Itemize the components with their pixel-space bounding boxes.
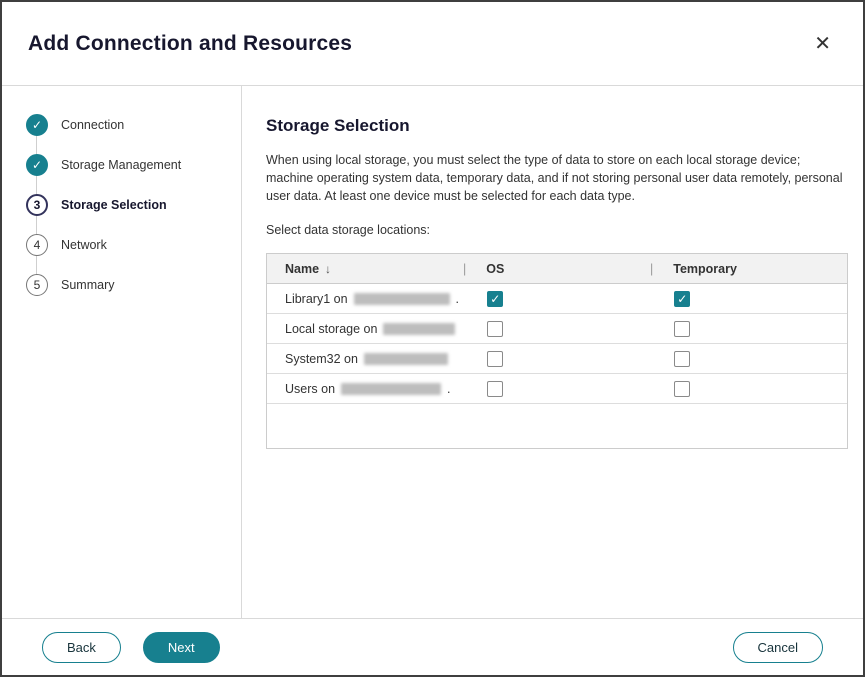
column-divider: | [650, 262, 653, 276]
table-row[interactable]: Library1 on . | ✓ | ✓ [267, 284, 847, 314]
column-header-name[interactable]: Name ↓ [267, 262, 463, 276]
step-label: Network [61, 238, 107, 252]
os-header-label: OS [486, 262, 504, 276]
column-header-temporary: | Temporary [650, 262, 847, 276]
temporary-checkbox[interactable]: ✓ [674, 351, 690, 367]
table-empty-area [267, 404, 847, 448]
table-row[interactable]: Users on . | ✓ | ✓ [267, 374, 847, 404]
dialog-header: Add Connection and Resources ✕ [2, 2, 863, 86]
step-completed-check-icon: ✓ [26, 114, 48, 136]
column-header-os: | OS [463, 262, 650, 276]
next-button[interactable]: Next [143, 632, 220, 663]
storage-name-cell: System32 on [267, 352, 463, 366]
step-item-summary[interactable]: 5 Summary [26, 274, 241, 296]
storage-name-prefix: Users on [285, 382, 335, 396]
main-content: Storage Selection When using local stora… [242, 86, 865, 618]
os-checkbox[interactable]: ✓ [487, 351, 503, 367]
step-number-icon: 5 [26, 274, 48, 296]
storage-name-cell: Users on . [267, 382, 463, 396]
redacted-server-name [383, 323, 455, 335]
redacted-server-name [354, 293, 450, 305]
step-item-storage-selection[interactable]: 3 Storage Selection [26, 194, 241, 216]
wizard-steps-sidebar: ✓ Connection ✓ Storage Management 3 Stor… [2, 86, 242, 618]
storage-name-prefix: Local storage on [285, 322, 377, 336]
page-title: Add Connection and Resources [28, 32, 352, 56]
storage-locations-table: Name ↓ | OS | Temporary Library1 o [266, 253, 848, 449]
redacted-server-name [341, 383, 441, 395]
close-icon[interactable]: ✕ [810, 30, 835, 58]
storage-name-suffix: . [456, 292, 459, 306]
back-button[interactable]: Back [42, 632, 121, 663]
os-checkbox[interactable]: ✓ [487, 381, 503, 397]
storage-name-suffix: . [447, 382, 450, 396]
temporary-header-label: Temporary [673, 262, 737, 276]
step-label: Storage Selection [61, 198, 167, 212]
temporary-checkbox[interactable]: ✓ [674, 321, 690, 337]
step-number-icon: 3 [26, 194, 48, 216]
name-header-label: Name [285, 262, 319, 276]
storage-name-cell: Local storage on [267, 322, 463, 336]
os-checkbox[interactable]: ✓ [487, 321, 503, 337]
select-locations-label: Select data storage locations: [266, 223, 848, 237]
content-description: When using local storage, you must selec… [266, 152, 848, 205]
dialog-footer: Back Next Cancel [2, 618, 863, 675]
table-row[interactable]: System32 on | ✓ | ✓ [267, 344, 847, 374]
step-label: Summary [61, 278, 114, 292]
step-label: Connection [61, 118, 124, 132]
temporary-checkbox[interactable]: ✓ [674, 381, 690, 397]
add-connection-resources-dialog: Add Connection and Resources ✕ ✓ Connect… [0, 0, 865, 677]
os-checkbox[interactable]: ✓ [487, 291, 503, 307]
temporary-checkbox[interactable]: ✓ [674, 291, 690, 307]
step-label: Storage Management [61, 158, 181, 172]
step-completed-check-icon: ✓ [26, 154, 48, 176]
step-number-icon: 4 [26, 234, 48, 256]
column-divider: | [463, 262, 466, 276]
cancel-button[interactable]: Cancel [733, 632, 823, 663]
storage-name-prefix: System32 on [285, 352, 358, 366]
step-item-network[interactable]: 4 Network [26, 234, 241, 256]
step-item-storage-management[interactable]: ✓ Storage Management [26, 154, 241, 176]
table-row[interactable]: Local storage on | ✓ | ✓ [267, 314, 847, 344]
step-item-connection[interactable]: ✓ Connection [26, 114, 241, 136]
storage-name-prefix: Library1 on [285, 292, 348, 306]
dialog-body: ✓ Connection ✓ Storage Management 3 Stor… [2, 86, 863, 618]
redacted-server-name [364, 353, 448, 365]
sort-descending-icon[interactable]: ↓ [325, 262, 331, 276]
storage-name-cell: Library1 on . [267, 292, 463, 306]
content-title: Storage Selection [266, 116, 848, 136]
table-header-row: Name ↓ | OS | Temporary [267, 254, 847, 284]
